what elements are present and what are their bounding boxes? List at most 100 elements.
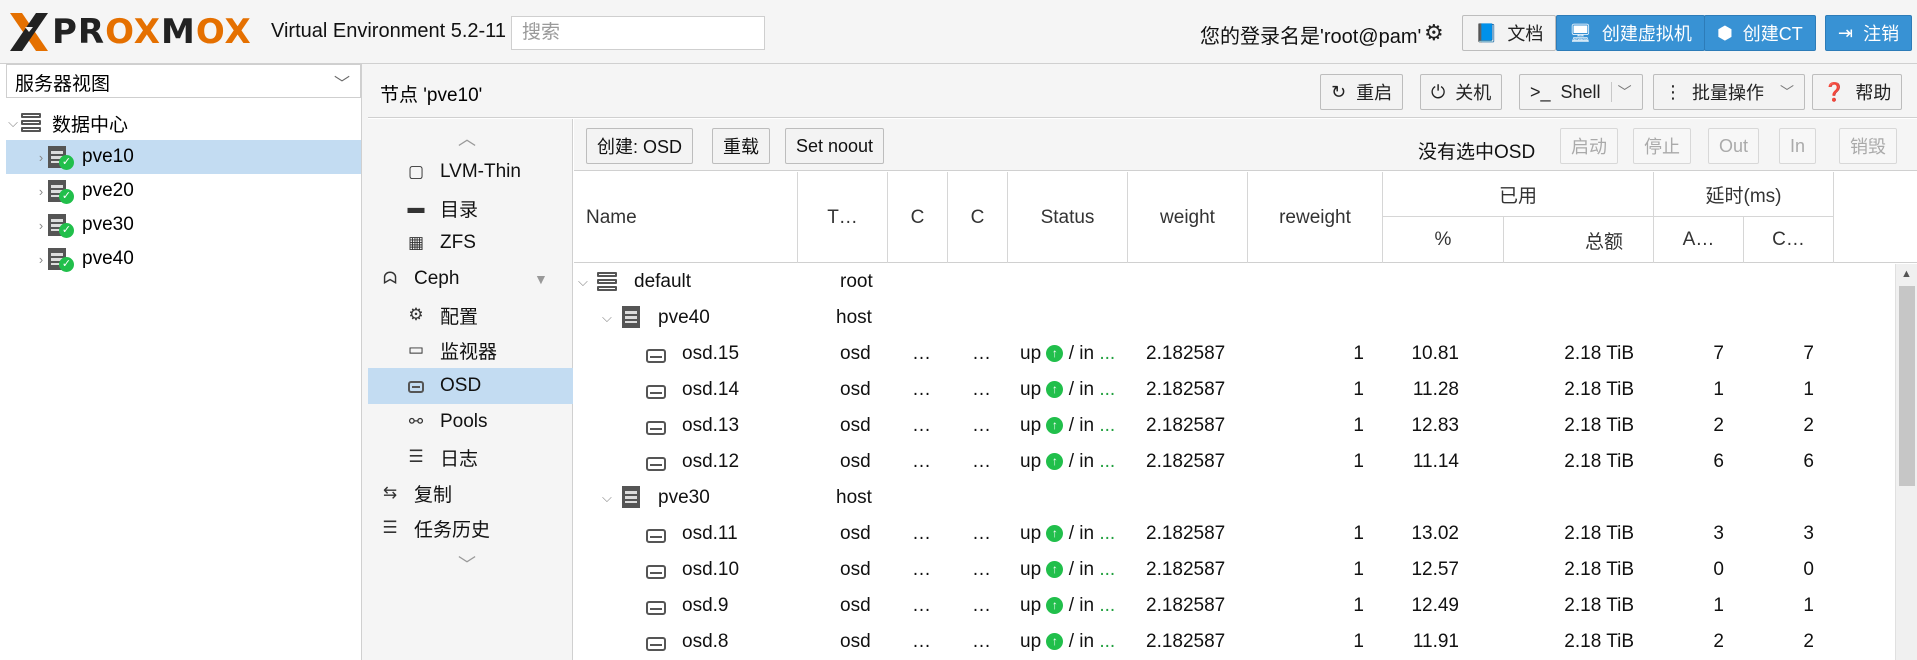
- menu-item-zfs[interactable]: ▦ ZFS: [368, 225, 573, 261]
- node-online-icon: ✓: [48, 248, 74, 272]
- create-vm-button[interactable]: 🖥 创建虚拟机: [1556, 15, 1705, 51]
- list-icon: ☰: [408, 447, 424, 466]
- menu-item-log[interactable]: ☰ 日志: [368, 439, 573, 475]
- menu-item-lvm-thin[interactable]: ▢ LVM-Thin: [368, 154, 573, 190]
- folder-icon: ▬: [407, 198, 425, 217]
- disk-icon: [406, 376, 426, 396]
- in-button[interactable]: In: [1779, 128, 1817, 164]
- col-name[interactable]: Name: [574, 172, 798, 263]
- undo-icon: ↻: [1331, 81, 1347, 102]
- node-online-icon: ✓: [48, 146, 74, 170]
- gear-icon[interactable]: ⚙: [1424, 22, 1446, 44]
- logo-wordmark: PROXMOX: [52, 12, 252, 52]
- book-icon: 📘: [1475, 22, 1498, 43]
- expand-icon[interactable]: ›: [34, 184, 48, 199]
- top-header: PROXMOX Virtual Environment 5.2-11 您的登录名…: [0, 0, 1917, 64]
- vertical-scrollbar[interactable]: ▲: [1895, 264, 1917, 660]
- arrow-up-circle-icon: ↑: [1046, 453, 1064, 471]
- col-used-total[interactable]: 总额: [1504, 217, 1654, 263]
- col-used-percent[interactable]: %: [1383, 217, 1504, 263]
- col-class[interactable]: C: [888, 172, 948, 263]
- scrollbar-thumb[interactable]: [1899, 286, 1915, 486]
- menu-item-monitor[interactable]: ▭ 监视器: [368, 332, 573, 368]
- start-button[interactable]: 启动: [1560, 128, 1618, 164]
- tree-item-pve30[interactable]: › ✓ pve30: [6, 208, 361, 242]
- arrow-up-circle-icon: ↑: [1046, 381, 1064, 399]
- reload-button[interactable]: 重载: [712, 128, 770, 164]
- chevron-down-icon[interactable]: ﹀: [1610, 82, 1632, 102]
- menu-item-ceph[interactable]: ᗣ Ceph ▼: [368, 261, 573, 297]
- set-noout-button[interactable]: Set noout: [785, 128, 885, 164]
- help-button[interactable]: ❓ 帮助: [1812, 74, 1903, 110]
- arrow-up-circle-icon: ↑: [1046, 525, 1064, 543]
- building-icon: [622, 486, 656, 514]
- table-row[interactable]: ⌵ default root: [574, 264, 1887, 300]
- shell-button[interactable]: >_ Shell ﹀: [1519, 74, 1643, 110]
- tree-item-pve40[interactable]: › ✓ pve40: [6, 242, 361, 276]
- menu-item-osd[interactable]: OSD: [368, 368, 573, 404]
- menu-item-pools[interactable]: ⚯ Pools: [368, 404, 573, 440]
- caret-down-icon[interactable]: ▼: [534, 271, 548, 287]
- destroy-button[interactable]: 销毁: [1839, 128, 1897, 164]
- collapse-icon[interactable]: ⌵: [602, 310, 612, 326]
- server-stack-icon: [20, 113, 42, 133]
- col-latency-apply[interactable]: A…: [1654, 217, 1744, 263]
- table-row[interactable]: osd.14 osd…… up ↑ / in ... 2.182587 1 11.28 2.…: [574, 372, 1887, 408]
- tree-item-pve10[interactable]: › ✓ pve10: [6, 140, 361, 174]
- table-row[interactable]: osd.12 osd…… up ↑ / in ... 2.182587 1 11.14 2.…: [574, 444, 1887, 480]
- status-cell: up ↑ / in ...: [1020, 559, 1116, 580]
- col-group-latency: 延时(ms): [1654, 172, 1834, 217]
- retweet-icon: ⇆: [382, 483, 398, 502]
- scroll-up-icon[interactable]: ︿: [458, 125, 476, 151]
- grid-icon: ▦: [407, 233, 425, 252]
- out-button[interactable]: Out: [1708, 128, 1760, 164]
- collapse-icon[interactable]: ⌵: [602, 490, 612, 506]
- col-reweight[interactable]: reweight: [1248, 172, 1383, 263]
- table-row[interactable]: osd.8 osd…… up ↑ / in ... 2.182587 1 11.91 2.1…: [574, 624, 1887, 660]
- bulk-actions-button[interactable]: ⋮ 批量操作 ﹀: [1653, 74, 1805, 110]
- table-row[interactable]: osd.10 osd…… up ↑ / in ... 2.182587 1 12.57 2.…: [574, 552, 1887, 588]
- expand-icon[interactable]: ›: [34, 218, 48, 233]
- col-status[interactable]: Status: [1008, 172, 1128, 263]
- status-cell: up ↑ / in ...: [1020, 451, 1116, 472]
- expand-icon[interactable]: ›: [34, 150, 48, 165]
- scroll-up-icon[interactable]: ▲: [1901, 268, 1912, 280]
- power-icon: ⏻: [1431, 81, 1446, 102]
- expand-icon[interactable]: ›: [34, 252, 48, 267]
- tree-item-datacenter[interactable]: ⌵ 数据中心: [6, 106, 361, 140]
- col-type[interactable]: T…: [798, 172, 888, 263]
- table-row[interactable]: osd.9 osd…… up ↑ / in ... 2.182587 1 12.49 2.1…: [574, 588, 1887, 624]
- reboot-button[interactable]: ↻ 重启: [1320, 74, 1404, 110]
- create-ct-button[interactable]: ⬢ 创建CT: [1704, 15, 1816, 51]
- menu-item-replication[interactable]: ⇆ 复制: [368, 475, 573, 511]
- search-input[interactable]: [511, 16, 765, 50]
- table-row[interactable]: osd.13 osd…… up ↑ / in ... 2.182587 1 12.83 2.…: [574, 408, 1887, 444]
- server-view-select[interactable]: 服务器视图 ﹀: [6, 64, 361, 98]
- col-crush[interactable]: C: [948, 172, 1008, 263]
- tree-item-pve20[interactable]: › ✓ pve20: [6, 174, 361, 208]
- logout-button[interactable]: ⇥ 注销: [1825, 15, 1913, 51]
- ellipsis-vertical-icon: ⋮: [1664, 81, 1682, 102]
- table-row[interactable]: osd.15 osd…… up ↑ / in ... 2.182587 1 10.81 2.…: [574, 336, 1887, 372]
- stop-button[interactable]: 停止: [1633, 128, 1691, 164]
- table-row[interactable]: ⌵ pve30 host: [574, 480, 1887, 516]
- scroll-down-icon[interactable]: ﹀: [458, 551, 476, 577]
- menu-item-directory[interactable]: ▬ 目录: [368, 190, 573, 226]
- status-cell: up ↑ / in ...: [1020, 379, 1116, 400]
- menu-item-config[interactable]: ⚙ 配置: [368, 297, 573, 333]
- version-label: Virtual Environment 5.2-11: [271, 20, 506, 42]
- disk-icon: [646, 561, 666, 583]
- docs-button[interactable]: 📘 文档: [1462, 15, 1557, 51]
- create-osd-button[interactable]: 创建: OSD: [586, 128, 694, 164]
- disk-icon: [646, 345, 666, 367]
- table-row[interactable]: osd.11 osd…… up ↑ / in ... 2.182587 1 13.02 2.…: [574, 516, 1887, 552]
- col-weight[interactable]: weight: [1128, 172, 1248, 263]
- table-row[interactable]: ⌵ pve40 host: [574, 300, 1887, 336]
- shutdown-button[interactable]: ⏻ 关机: [1420, 74, 1503, 110]
- osd-panel: 创建: OSD 重载 Set noout 没有选中OSD 启动 停止 Out I…: [574, 119, 1917, 660]
- collapse-icon[interactable]: ⌵: [578, 274, 588, 290]
- node-toolbar: 节点 'pve10' ↻ 重启 ⏻ 关机 >_ Shell ﹀ ⋮ 批量操作 ﹀ ❓ 帮助: [368, 64, 1917, 118]
- collapse-icon[interactable]: ⌵: [6, 115, 20, 131]
- menu-item-task-history[interactable]: ☰ 任务历史: [368, 510, 573, 546]
- col-latency-commit[interactable]: C…: [1744, 217, 1834, 263]
